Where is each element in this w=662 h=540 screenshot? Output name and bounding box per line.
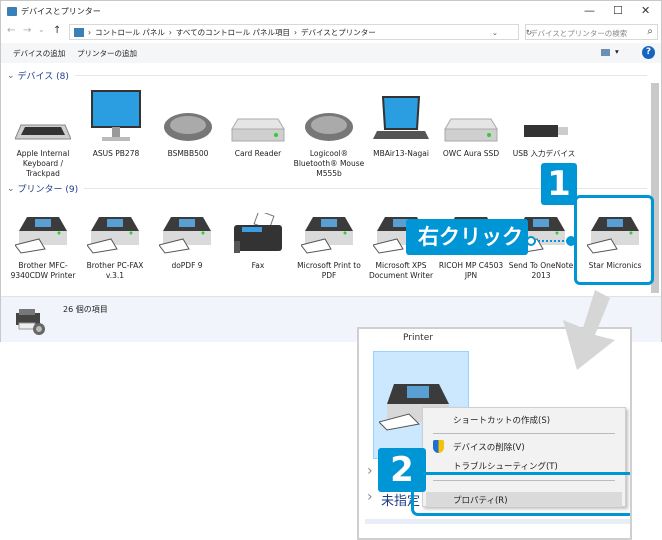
breadcrumb-item[interactable]: デバイスとプリンター bbox=[301, 27, 376, 38]
printer-icon bbox=[151, 199, 223, 257]
address-bar[interactable]: › コントロール パネル › すべてのコントロール パネル項目 › デバイスとプリンタ… bbox=[69, 24, 532, 40]
connector-dot bbox=[526, 236, 536, 246]
window-title: デバイスとプリンター bbox=[21, 6, 101, 16]
right-click-label: 右クリック bbox=[406, 219, 528, 255]
partial-label: Printer bbox=[403, 333, 433, 343]
drive-icon bbox=[435, 87, 507, 145]
device-item[interactable]: ASUS PB278 bbox=[80, 87, 152, 159]
mouse-icon bbox=[293, 87, 365, 145]
item-label: MBAir13-Nagai bbox=[373, 149, 429, 158]
breadcrumb-item[interactable]: コントロール パネル bbox=[95, 27, 165, 38]
device-item[interactable]: USB 入力デバイス bbox=[508, 87, 580, 159]
device-item[interactable]: Logicool® Bluetooth® Mouse M555b bbox=[293, 87, 365, 179]
device-item[interactable]: OWC Aura SSD bbox=[435, 87, 507, 159]
item-label: Microsoft Print to PDF bbox=[297, 261, 361, 280]
item-count: 26 個の項目 bbox=[63, 305, 108, 314]
mouse-icon bbox=[152, 87, 224, 145]
command-bar: デバイスの追加 プリンターの追加 ▾ ? bbox=[1, 43, 661, 63]
item-label: Logicool® Bluetooth® Mouse M555b bbox=[293, 149, 365, 178]
item-label: Brother PC-FAX v.3.1 bbox=[86, 261, 144, 280]
address-bar-row: ← → ⌄ ↑ › コントロール パネル › すべてのコントロール パネル項目 › デ… bbox=[1, 23, 661, 41]
minimize-button[interactable]: — bbox=[584, 4, 595, 17]
item-label: RICOH MP C4503 JPN bbox=[438, 261, 504, 280]
devices-printers-icon bbox=[7, 6, 17, 16]
breadcrumb-item[interactable]: すべてのコントロール パネル項目 bbox=[176, 27, 290, 38]
item-label: ASUS PB278 bbox=[92, 149, 140, 158]
laptop-icon bbox=[365, 87, 437, 145]
item-label: Fax bbox=[251, 261, 265, 270]
add-device-button[interactable]: デバイスの追加 bbox=[13, 48, 65, 59]
keyboard-icon bbox=[7, 87, 79, 145]
view-options-icon[interactable] bbox=[601, 49, 610, 56]
item-label: Card Reader bbox=[234, 149, 282, 158]
maximize-button[interactable]: ☐ bbox=[613, 4, 623, 17]
item-label: OWC Aura SSD bbox=[442, 149, 500, 158]
menu-item-remove-device[interactable]: デバイスの削除(V) bbox=[453, 441, 525, 453]
printer-icon bbox=[7, 199, 79, 257]
title-bar: デバイスとプリンター — ☐ ✕ bbox=[1, 1, 661, 21]
menu-item-troubleshoot[interactable]: トラブルシューティング(T) bbox=[453, 460, 558, 472]
printer-item[interactable]: Fax bbox=[222, 199, 294, 271]
step-1-badge: 1 bbox=[541, 163, 577, 205]
item-label: USB 入力デバイス bbox=[512, 149, 576, 158]
item-label: Apple Internal Keyboard / Trackpad bbox=[16, 149, 70, 178]
connector-dot bbox=[566, 236, 576, 246]
menu-item-create-shortcut[interactable]: ショートカットの作成(S) bbox=[453, 414, 550, 426]
search-icon[interactable]: ⌕ bbox=[647, 26, 653, 37]
search-placeholder: デバイスとプリンターの検索 bbox=[530, 29, 628, 38]
search-input[interactable]: デバイスとプリンターの検索 ⌕ bbox=[525, 24, 658, 40]
fax-icon bbox=[222, 199, 294, 257]
step-2-badge: 2 bbox=[378, 448, 426, 492]
item-label: BSMBB500 bbox=[167, 149, 209, 158]
recent-locations-button[interactable]: ⌄ bbox=[38, 25, 45, 34]
drive-icon bbox=[222, 87, 294, 145]
address-dropdown[interactable]: ⌄ bbox=[492, 28, 498, 37]
properties-highlight bbox=[411, 472, 630, 516]
up-button[interactable]: ↑ bbox=[53, 25, 61, 36]
devices-camera-icon bbox=[16, 309, 45, 335]
view-options-arrow[interactable]: ▾ bbox=[615, 47, 619, 56]
help-button[interactable]: ? bbox=[642, 46, 655, 59]
printer-icon bbox=[293, 199, 365, 257]
arrow-down-icon bbox=[563, 290, 615, 370]
star-micronics-highlight bbox=[574, 195, 654, 285]
connector-line bbox=[531, 240, 571, 242]
item-label: Microsoft XPS Document Writer bbox=[368, 261, 434, 280]
printer-item[interactable]: doPDF 9 bbox=[151, 199, 223, 271]
control-panel-icon bbox=[74, 27, 84, 37]
devices-header-label: デバイス (8) bbox=[17, 72, 69, 82]
forward-button[interactable]: → bbox=[23, 25, 31, 36]
printer-item[interactable]: Brother MFC-9340CDW Printer bbox=[7, 199, 79, 281]
monitor-icon bbox=[80, 87, 152, 145]
device-item[interactable]: BSMBB500 bbox=[152, 87, 224, 159]
back-button[interactable]: ← bbox=[7, 25, 15, 36]
close-button[interactable]: ✕ bbox=[641, 4, 650, 17]
printer-item[interactable]: Brother PC-FAX v.3.1 bbox=[79, 199, 151, 281]
item-label: Send To OneNote 2013 bbox=[508, 261, 574, 280]
shield-icon bbox=[433, 440, 444, 453]
printer-item[interactable]: Microsoft Print to PDF bbox=[293, 199, 365, 281]
add-printer-button[interactable]: プリンターの追加 bbox=[77, 48, 137, 59]
item-label: doPDF 9 bbox=[171, 261, 203, 270]
printers-header-label: プリンター (9) bbox=[17, 185, 79, 195]
device-item[interactable]: Apple Internal Keyboard / Trackpad bbox=[7, 87, 79, 179]
usb-icon bbox=[508, 87, 580, 145]
printer-icon bbox=[79, 199, 151, 257]
item-label: Brother MFC-9340CDW Printer bbox=[10, 261, 76, 280]
devices-group-header[interactable]: ⌄ デバイス (8) bbox=[7, 69, 647, 82]
device-item[interactable]: Card Reader bbox=[222, 87, 294, 159]
device-item[interactable]: MBAir13-Nagai bbox=[365, 87, 437, 159]
